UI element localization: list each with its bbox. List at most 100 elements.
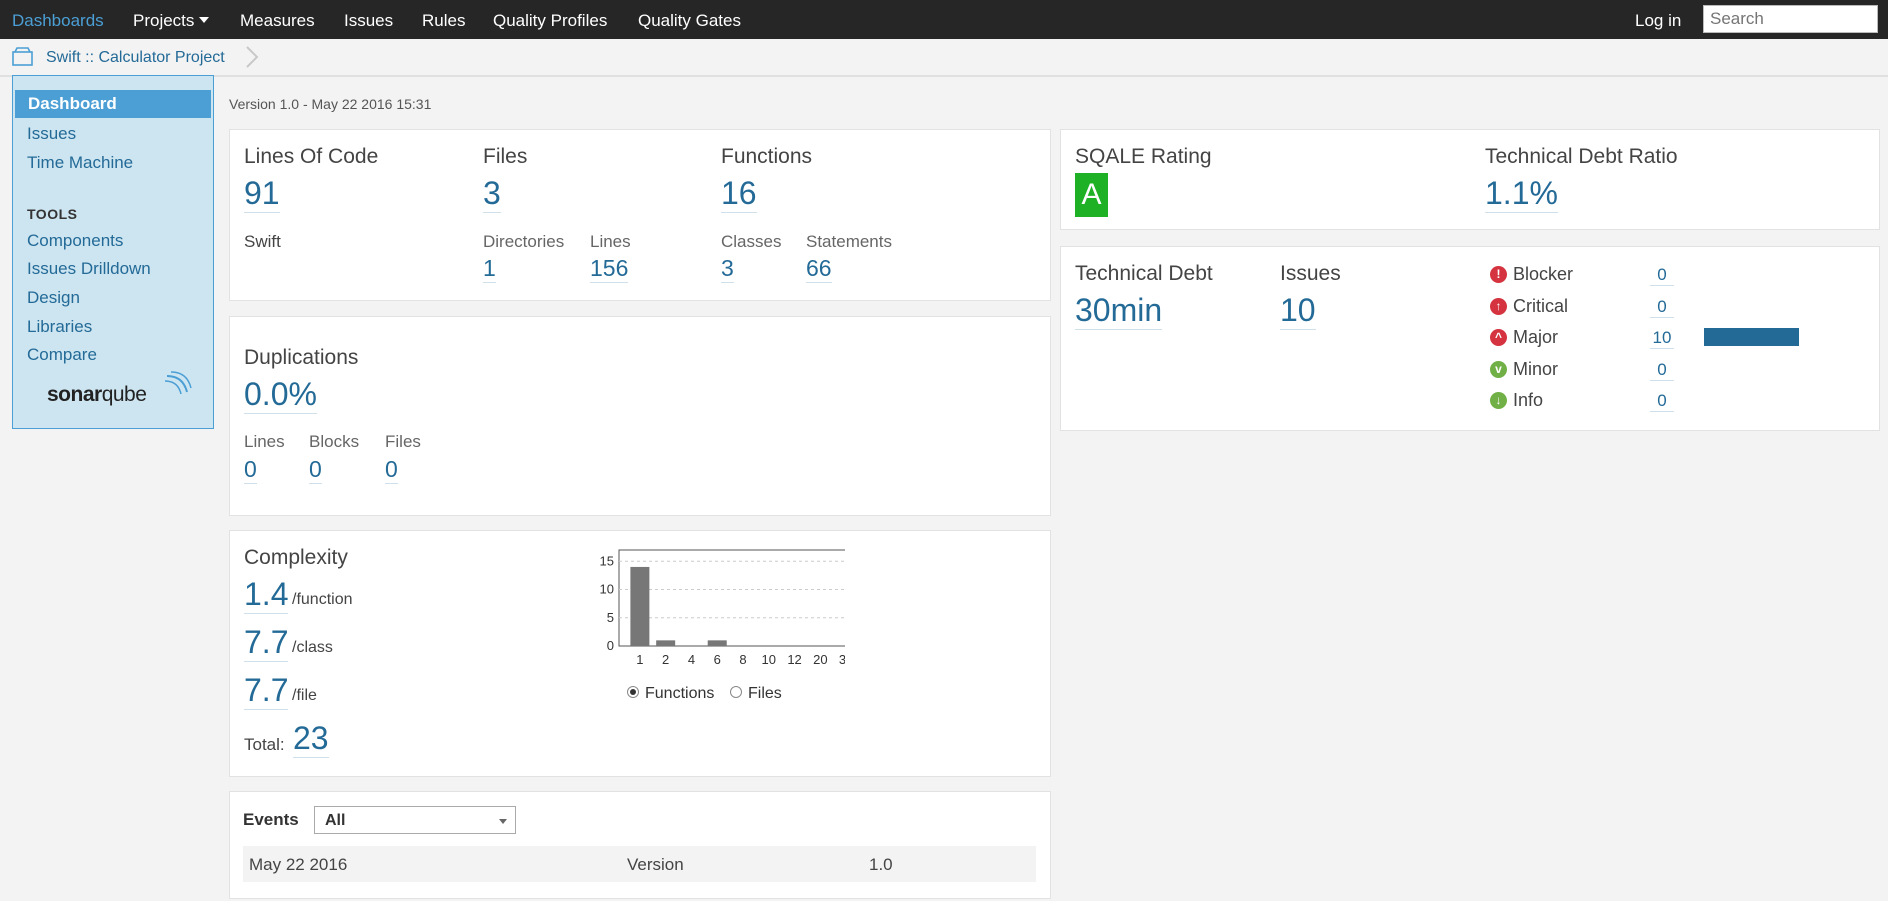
nav-projects-label: Projects [133,11,195,30]
debt-ratio-value[interactable]: 1.1% [1485,174,1558,213]
nav-issues[interactable]: Issues [344,11,393,31]
event-name: 1.0 [869,855,893,874]
sidebar-item-dashboard[interactable]: Dashboard [15,90,211,118]
x-tick-label: 2 [662,652,669,666]
severity-count[interactable]: 0 [1650,391,1674,412]
y-tick-label: 15 [600,553,614,568]
logo-bold: sonar [47,383,102,406]
nav-measures[interactable]: Measures [240,11,315,31]
breadcrumb: Swift :: Calculator Project [0,39,1888,77]
classes-value[interactable]: 3 [721,254,734,283]
sidebar-item-label: Dashboard [28,94,117,113]
directories-value[interactable]: 1 [483,254,496,283]
complexity-per-class[interactable]: 7.7 [244,623,289,662]
technical-debt-label: Technical Debt [1075,262,1213,285]
sidebar-item-compare[interactable]: Compare [27,345,97,365]
complexity-total[interactable]: 23 [293,719,329,758]
loc-value[interactable]: 91 [244,174,280,213]
login-link[interactable]: Log in [1635,11,1681,31]
critical-icon: ↑ [1490,298,1507,315]
sidebar-item-design[interactable]: Design [27,288,80,308]
directories-label: Directories [483,232,565,251]
dup-files-value[interactable]: 0 [385,455,398,484]
total-label: Total: [244,735,285,754]
minor-icon: v [1490,361,1507,378]
x-tick-label: 12 [787,652,801,666]
statements-value[interactable]: 66 [806,254,832,283]
version-info: Version 1.0 - May 22 2016 15:31 [229,96,432,112]
dup-blocks-value[interactable]: 0 [309,455,322,484]
x-tick-label: 4 [688,652,695,666]
duplications-label: Duplications [244,346,359,369]
severity-name: Major [1513,327,1559,347]
sidebar: Dashboard Issues Time Machine TOOLS Comp… [12,75,214,429]
sidebar-item-libraries[interactable]: Libraries [27,317,92,337]
logo-waves-icon [163,370,193,401]
x-tick-label: 1 [636,652,643,666]
issues-value[interactable]: 10 [1280,291,1316,330]
nav-rules[interactable]: Rules [422,11,465,31]
search-input[interactable] [1703,5,1878,33]
sqale-card: SQALE Rating A Technical Debt Ratio 1.1% [1060,129,1880,230]
events-filter-value: All [325,812,346,829]
severity-name: Blocker [1513,264,1574,284]
per-class-unit: /class [292,639,333,656]
duplications-card: Duplications 0.0% Lines 0 Blocks 0 Files… [229,316,1051,516]
chevron-down-icon [499,819,507,824]
nav-dashboards[interactable]: Dashboards [12,11,104,31]
chevron-right-icon [245,45,259,74]
files-label: Files [483,145,528,168]
lines-value[interactable]: 156 [590,254,629,283]
complexity-per-file[interactable]: 7.7 [244,671,289,710]
dup-lines-value[interactable]: 0 [244,455,257,484]
sqale-label: SQALE Rating [1075,145,1212,168]
chart-bar [656,640,676,646]
sqale-rating-badge[interactable]: A [1075,173,1108,217]
dup-blocks-label: Blocks [309,432,360,451]
functions-value[interactable]: 16 [721,174,757,213]
event-category: Version [627,855,684,874]
x-tick-label: 30 [839,652,845,666]
language-label: Swift [244,232,281,251]
chart-bar [707,640,727,646]
complexity-label: Complexity [244,546,348,569]
x-tick-label: 8 [739,652,746,666]
top-navbar: Dashboards Projects Measures Issues Rule… [0,0,1888,39]
technical-debt-value[interactable]: 30min [1075,291,1163,330]
severity-name: Minor [1513,359,1559,379]
files-value[interactable]: 3 [483,174,501,213]
size-card: Lines Of Code 91 Swift Files 3 Directori… [229,129,1051,301]
sidebar-item-issues[interactable]: Issues [27,124,76,144]
severity-count[interactable]: 0 [1650,360,1674,381]
severity-count[interactable]: 0 [1650,297,1674,318]
radio-files-label: Files [748,685,782,702]
table-row: May 22 2016 Version 1.0 [243,846,1036,882]
severity-bar-major [1704,328,1799,346]
severity-name: Critical [1513,296,1569,316]
project-icon [12,47,34,72]
nav-quality-gates[interactable]: Quality Gates [638,11,741,31]
sidebar-item-issues-drilldown[interactable]: Issues Drilldown [27,259,151,279]
logo-rest: qube [101,383,147,406]
per-function-unit: /function [292,591,353,608]
sidebar-tools-header: TOOLS [27,206,78,222]
sonarqube-logo: sonarqube [47,383,147,407]
radio-files[interactable] [730,686,742,698]
functions-label: Functions [721,145,813,168]
nav-projects[interactable]: Projects [133,11,210,31]
statements-label: Statements [806,232,892,251]
severity-count[interactable]: 0 [1650,265,1674,286]
blocker-icon: ! [1490,266,1507,283]
sidebar-item-components[interactable]: Components [27,231,123,251]
severity-count[interactable]: 10 [1650,328,1674,349]
sidebar-item-time-machine[interactable]: Time Machine [27,153,133,173]
nav-quality-profiles[interactable]: Quality Profiles [493,11,607,31]
radio-functions[interactable] [627,686,639,698]
breadcrumb-project[interactable]: Swift :: Calculator Project [46,49,225,67]
events-filter-select[interactable]: All [314,806,516,834]
x-tick-label: 20 [813,652,827,666]
duplications-value[interactable]: 0.0% [244,375,317,414]
complexity-per-function[interactable]: 1.4 [244,575,289,614]
chart-plot-area [618,549,845,647]
loc-label: Lines Of Code [244,145,379,168]
